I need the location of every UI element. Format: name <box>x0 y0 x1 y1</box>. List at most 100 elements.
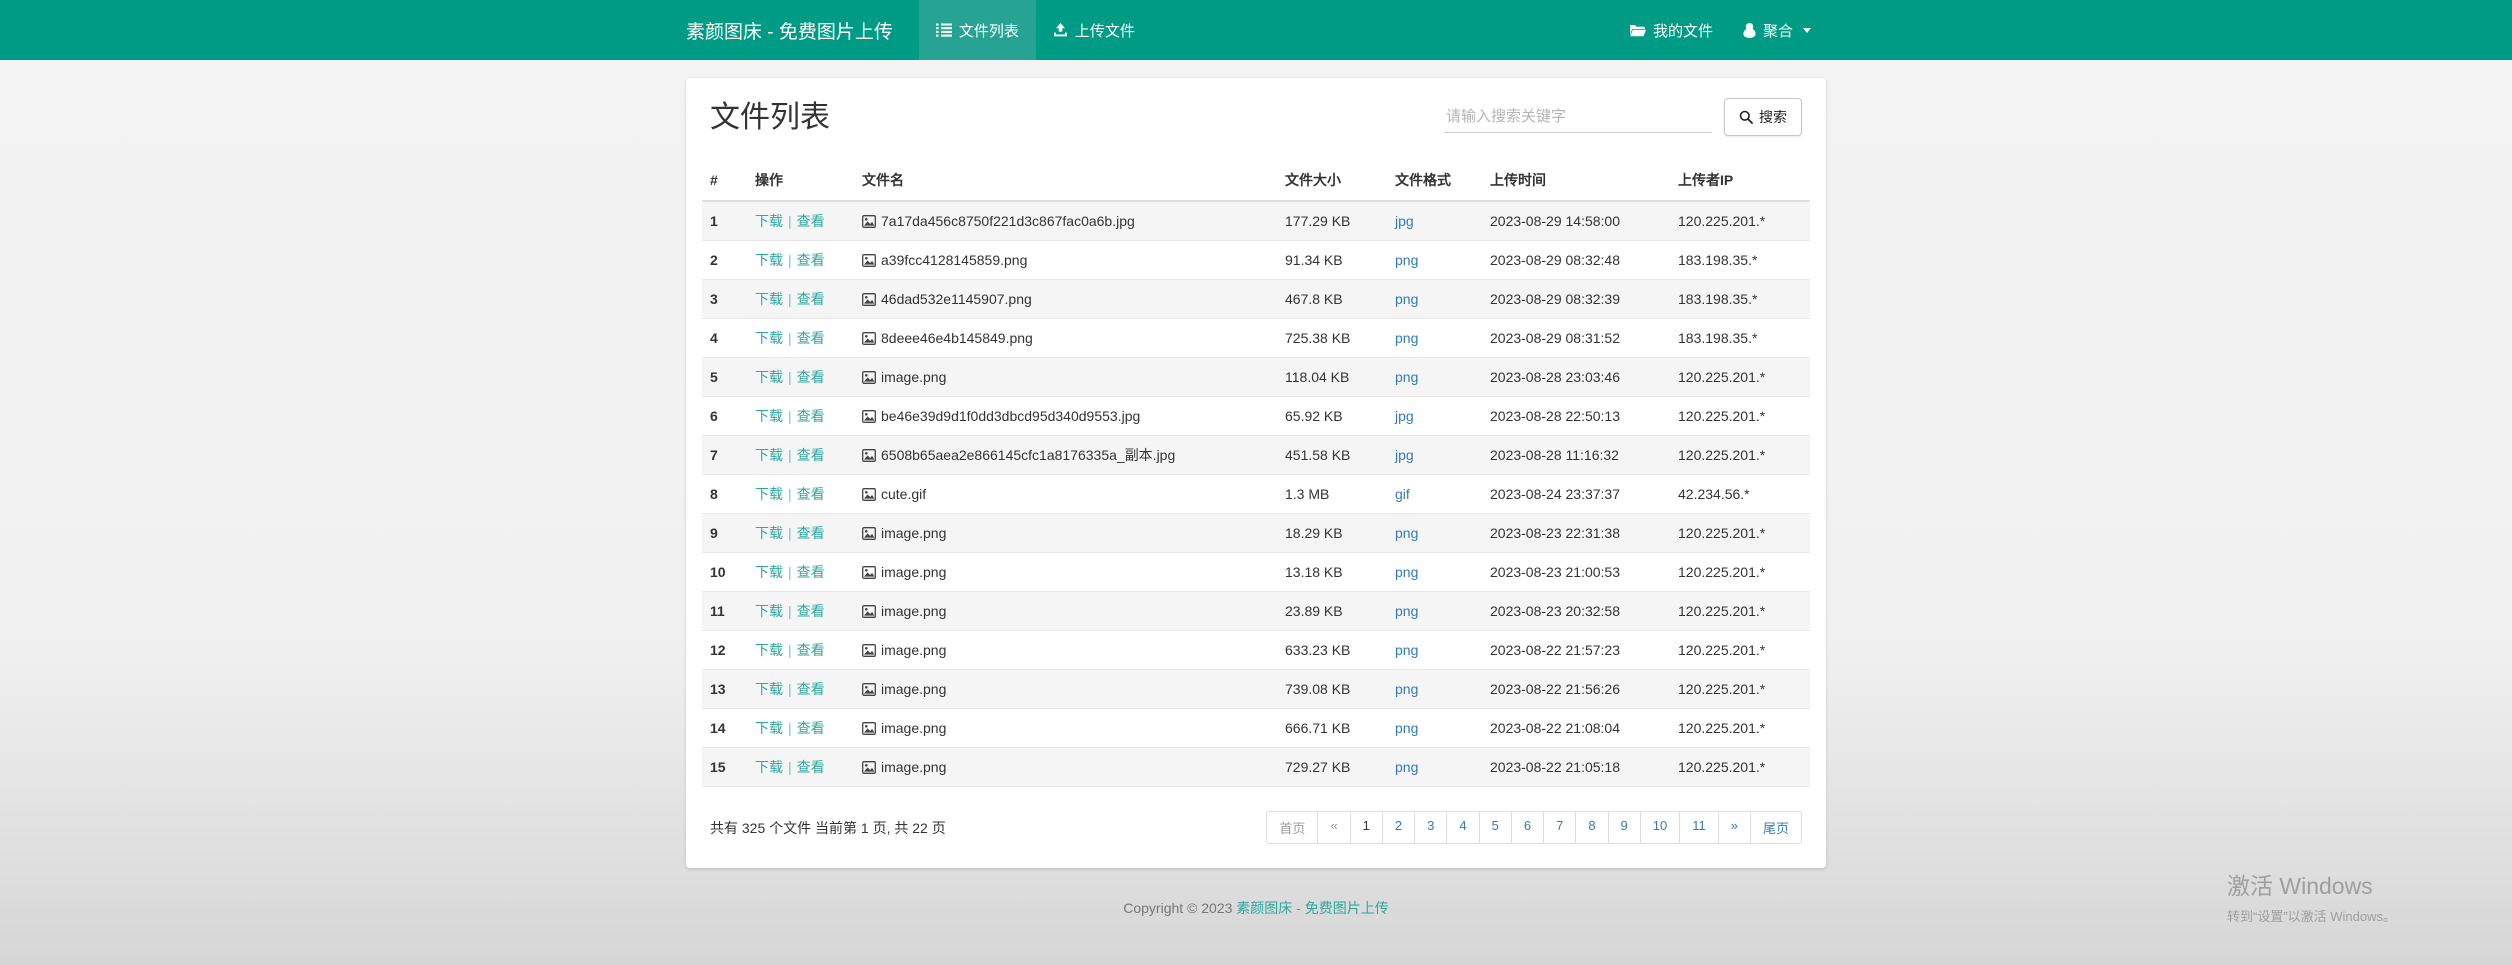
view-link[interactable]: 查看 <box>797 603 825 619</box>
file-name: 8deee46e4b145849.png <box>881 330 1033 346</box>
action-separator: | <box>788 564 792 580</box>
download-link[interactable]: 下载 <box>755 213 783 229</box>
format-link[interactable]: png <box>1395 720 1418 736</box>
pagination-button[interactable]: 10 <box>1640 811 1680 844</box>
download-link[interactable]: 下载 <box>755 486 783 502</box>
view-link[interactable]: 查看 <box>797 564 825 580</box>
uploader-ip: 120.225.201.* <box>1670 709 1810 748</box>
action-separator: | <box>788 681 792 697</box>
action-separator: | <box>788 408 792 424</box>
search-button-label: 搜索 <box>1759 107 1787 127</box>
view-link[interactable]: 查看 <box>797 525 825 541</box>
file-count-summary: 共有 325 个文件 当前第 1 页, 共 22 页 <box>710 818 946 838</box>
download-link[interactable]: 下载 <box>755 252 783 268</box>
view-link[interactable]: 查看 <box>797 369 825 385</box>
table-row: 9下载|查看image.png18.29 KBpng2023-08-23 22:… <box>702 514 1810 553</box>
upload-time: 2023-08-28 23:03:46 <box>1482 358 1670 397</box>
tab-upload[interactable]: 上传文件 <box>1036 0 1152 60</box>
pagination-button[interactable]: 5 <box>1479 811 1512 844</box>
view-link[interactable]: 查看 <box>797 213 825 229</box>
pagination-button[interactable]: 3 <box>1414 811 1447 844</box>
upload-time: 2023-08-22 21:56:26 <box>1482 670 1670 709</box>
row-index: 2 <box>702 241 747 280</box>
header-size: 文件大小 <box>1277 160 1387 201</box>
download-link[interactable]: 下载 <box>755 291 783 307</box>
uploader-ip: 42.234.56.* <box>1670 475 1810 514</box>
format-link[interactable]: jpg <box>1395 447 1414 463</box>
format-link[interactable]: png <box>1395 369 1418 385</box>
nav-aggregate-dropdown[interactable]: 聚合 <box>1728 0 1826 60</box>
pagination-button[interactable]: 9 <box>1608 811 1641 844</box>
format-link[interactable]: gif <box>1395 486 1410 502</box>
download-link[interactable]: 下载 <box>755 564 783 580</box>
download-link[interactable]: 下载 <box>755 642 783 658</box>
view-link[interactable]: 查看 <box>797 759 825 775</box>
view-link[interactable]: 查看 <box>797 408 825 424</box>
table-row: 15下载|查看image.png729.27 KBpng2023-08-22 2… <box>702 748 1810 787</box>
format-link[interactable]: jpg <box>1395 213 1414 229</box>
format-link[interactable]: png <box>1395 291 1418 307</box>
image-file-icon <box>862 527 876 540</box>
format-link[interactable]: png <box>1395 564 1418 580</box>
view-link[interactable]: 查看 <box>797 681 825 697</box>
nav-my-files[interactable]: 我的文件 <box>1614 0 1728 60</box>
download-link[interactable]: 下载 <box>755 720 783 736</box>
file-name: image.png <box>881 603 946 619</box>
file-size: 729.27 KB <box>1277 748 1387 787</box>
download-link[interactable]: 下载 <box>755 369 783 385</box>
format-link[interactable]: png <box>1395 525 1418 541</box>
download-link[interactable]: 下载 <box>755 408 783 424</box>
view-link[interactable]: 查看 <box>797 642 825 658</box>
view-link[interactable]: 查看 <box>797 720 825 736</box>
view-link[interactable]: 查看 <box>797 252 825 268</box>
download-link[interactable]: 下载 <box>755 759 783 775</box>
format-link[interactable]: png <box>1395 681 1418 697</box>
file-size: 451.58 KB <box>1277 436 1387 475</box>
qq-icon <box>1743 23 1756 38</box>
file-list-card: 文件列表 搜索 # 操作 文件名 文件大小 文件格式 上 <box>686 78 1826 868</box>
format-link[interactable]: jpg <box>1395 408 1414 424</box>
search-input[interactable] <box>1444 101 1712 133</box>
format-link[interactable]: png <box>1395 252 1418 268</box>
view-link[interactable]: 查看 <box>797 447 825 463</box>
row-index: 15 <box>702 748 747 787</box>
format-link[interactable]: png <box>1395 603 1418 619</box>
download-link[interactable]: 下载 <box>755 447 783 463</box>
table-row: 3下载|查看46dad532e1145907.png467.8 KBpng202… <box>702 280 1810 319</box>
view-link[interactable]: 查看 <box>797 330 825 346</box>
file-name: be46e39d9d1f0dd3dbcd95d340d9553.jpg <box>881 408 1140 424</box>
action-separator: | <box>788 447 792 463</box>
pagination-button[interactable]: 尾页 <box>1750 811 1802 844</box>
pagination-button[interactable]: 2 <box>1382 811 1415 844</box>
file-size: 65.92 KB <box>1277 397 1387 436</box>
pagination-button[interactable]: 8 <box>1575 811 1608 844</box>
action-separator: | <box>788 213 792 229</box>
image-file-icon <box>862 293 876 306</box>
format-link[interactable]: png <box>1395 330 1418 346</box>
header-ip: 上传者IP <box>1670 160 1810 201</box>
uploader-ip: 120.225.201.* <box>1670 670 1810 709</box>
search-button[interactable]: 搜索 <box>1724 98 1802 136</box>
pagination-button[interactable]: 6 <box>1511 811 1544 844</box>
navbar: 素颜图床 - 免费图片上传 文件列表 <box>0 0 2512 60</box>
row-index: 4 <box>702 319 747 358</box>
action-separator: | <box>788 759 792 775</box>
header-time: 上传时间 <box>1482 160 1670 201</box>
brand-link[interactable]: 素颜图床 - 免费图片上传 <box>686 0 893 60</box>
pagination-button[interactable]: 4 <box>1446 811 1479 844</box>
view-link[interactable]: 查看 <box>797 486 825 502</box>
file-size: 725.38 KB <box>1277 319 1387 358</box>
format-link[interactable]: png <box>1395 759 1418 775</box>
download-link[interactable]: 下载 <box>755 681 783 697</box>
download-link[interactable]: 下载 <box>755 330 783 346</box>
download-link[interactable]: 下载 <box>755 603 783 619</box>
pagination-button[interactable]: 7 <box>1543 811 1576 844</box>
pagination-button[interactable]: » <box>1718 811 1751 844</box>
footer-site-link[interactable]: 素颜图床 - 免费图片上传 <box>1236 900 1388 916</box>
download-link[interactable]: 下载 <box>755 525 783 541</box>
pagination-button[interactable]: 11 <box>1679 811 1719 844</box>
view-link[interactable]: 查看 <box>797 291 825 307</box>
table-row: 10下载|查看image.png13.18 KBpng2023-08-23 21… <box>702 553 1810 592</box>
format-link[interactable]: png <box>1395 642 1418 658</box>
tab-file-list[interactable]: 文件列表 <box>919 0 1036 60</box>
